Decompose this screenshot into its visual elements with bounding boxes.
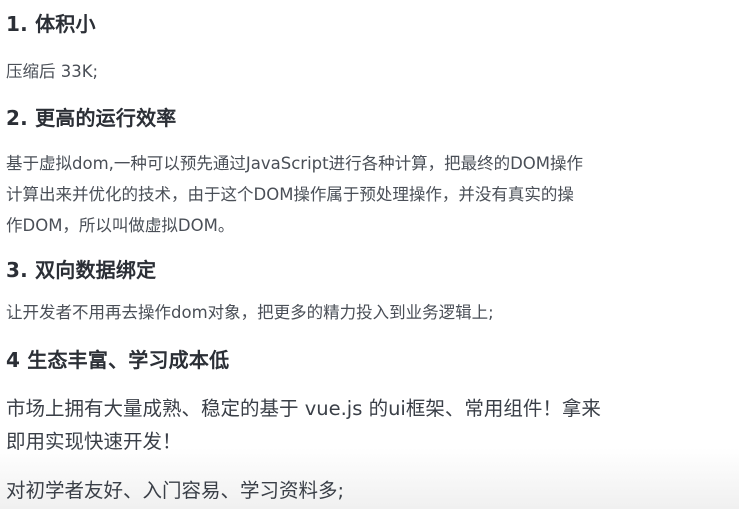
section-2-line-3: 作DOM，所以叫做虚拟DOM。 [6, 216, 235, 235]
section-2-line-1: 基于虚拟dom,一种可以预先通过JavaScript进行各种计算，把最终的DOM… [6, 154, 584, 173]
section-2-text: 基于虚拟dom,一种可以预先通过JavaScript进行各种计算，把最终的DOM… [6, 148, 583, 241]
section-3-text: 让开发者不用再去操作dom对象，把更多的精力投入到业务逻辑上; [6, 299, 494, 323]
section-4-line-2: 即用实现快速开发！ [6, 430, 182, 453]
section-4-line-1: 市场上拥有大量成熟、稳定的基于 vue.js 的ui框架、常用组件！拿来 [6, 397, 601, 420]
section-heading-3: 3. 双向数据绑定 [6, 258, 157, 282]
section-4-text: 市场上拥有大量成熟、稳定的基于 vue.js 的ui框架、常用组件！拿来 即用实… [6, 392, 601, 458]
section-heading-4: 4 生态丰富、学习成本低 [6, 348, 230, 372]
section-3-line-1: 让开发者不用再去操作dom对象，把更多的精力投入到业务逻辑上; [6, 303, 494, 322]
section-heading-1: 1. 体积小 [6, 12, 96, 36]
section-2-line-2: 计算出来并优化的技术，由于这个DOM操作属于预处理操作，并没有真实的操 [6, 185, 574, 204]
section-1-line-1: 压缩后 33K; [6, 62, 99, 81]
section-4-extra-text: 对初学者友好、入门容易、学习资料多; [6, 474, 344, 503]
section-4-extra-line-1: 对初学者友好、入门容易、学习资料多; [6, 479, 345, 502]
section-1-text: 压缩后 33K; [6, 58, 98, 82]
section-heading-2: 2. 更高的运行效率 [6, 106, 177, 130]
document-page: 1. 体积小 压缩后 33K; 2. 更高的运行效率 基于虚拟dom,一种可以预… [0, 0, 739, 509]
